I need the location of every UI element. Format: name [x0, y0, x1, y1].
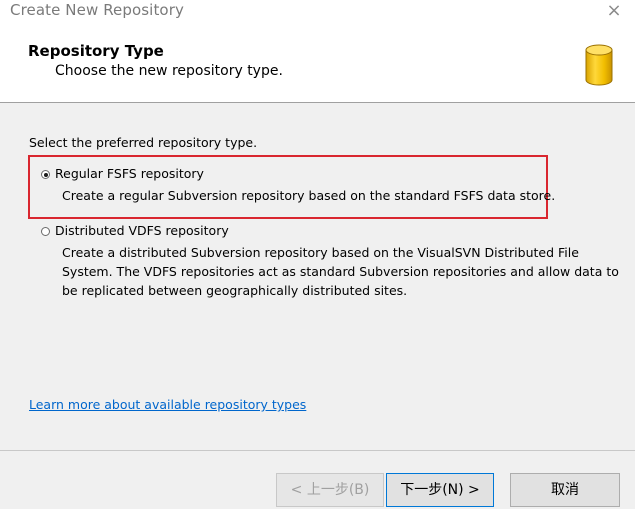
database-cylinder-icon [585, 44, 613, 86]
window-title: Create New Repository [10, 1, 184, 19]
radio-distributed-vdfs[interactable] [41, 227, 50, 236]
header-divider [0, 102, 635, 103]
page-subtitle: Choose the new repository type. [55, 63, 283, 79]
back-button[interactable]: < 上一步(B) [276, 473, 384, 507]
option-description-line-3: be replicated between geographically dis… [62, 283, 408, 298]
cancel-button[interactable]: 取消 [510, 473, 620, 507]
prompt-text: Select the preferred repository type. [29, 135, 258, 150]
option-description-regular-fsfs: Create a regular Subversion repository b… [62, 188, 556, 203]
option-label-regular-fsfs[interactable]: Regular FSFS repository [55, 166, 204, 181]
learn-more-link[interactable]: Learn more about available repository ty… [29, 397, 306, 412]
radio-regular-fsfs[interactable] [41, 170, 50, 179]
close-icon[interactable]: × [603, 0, 625, 22]
option-description-line-2: System. The VDFS repositories act as sta… [62, 264, 619, 279]
title-bar: Create New Repository × [0, 0, 635, 24]
page-title: Repository Type [28, 42, 164, 60]
option-label-distributed-vdfs[interactable]: Distributed VDFS repository [55, 223, 229, 238]
footer-divider [0, 450, 635, 451]
next-button[interactable]: 下一步(N) > [386, 473, 494, 507]
option-description-line-1: Create a distributed Subversion reposito… [62, 245, 579, 260]
